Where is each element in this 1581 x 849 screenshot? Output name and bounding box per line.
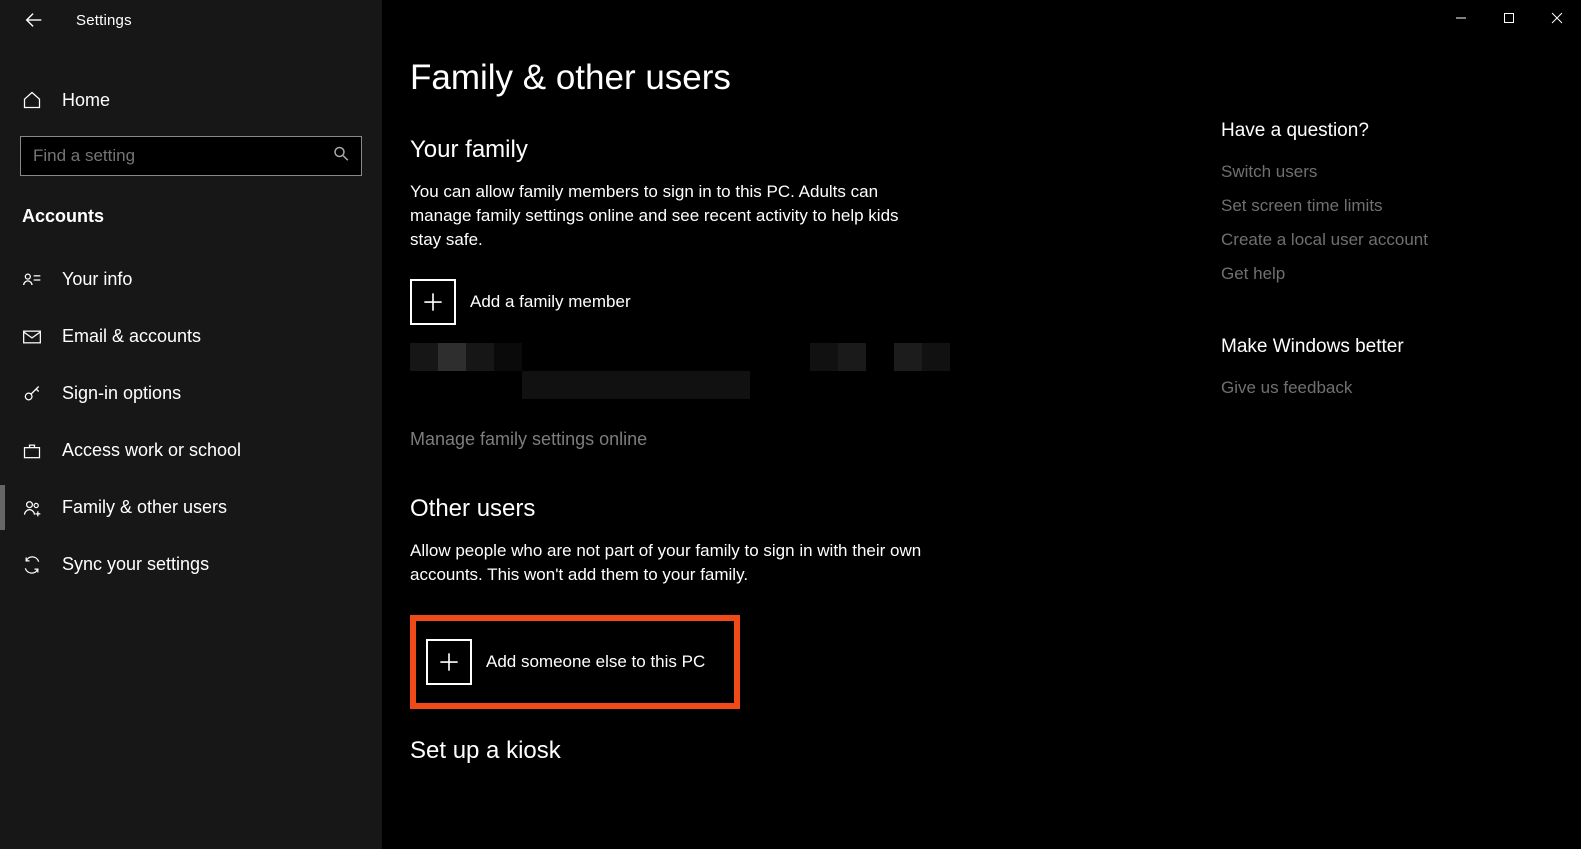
key-icon: [20, 384, 44, 404]
add-family-member-button[interactable]: Add a family member: [410, 279, 1180, 325]
add-family-label: Add a family member: [470, 292, 631, 312]
sidebar-item-label: Family & other users: [62, 497, 227, 518]
sidebar-item-sync[interactable]: Sync your settings: [0, 536, 382, 593]
sidebar-item-work[interactable]: Access work or school: [0, 422, 382, 479]
home-button[interactable]: Home: [0, 78, 382, 122]
add-someone-label: Add someone else to this PC: [486, 652, 705, 672]
sidebar-item-label: Sign-in options: [62, 383, 181, 404]
window-controls: [1437, 0, 1581, 35]
other-users-description: Allow people who are not part of your fa…: [410, 539, 930, 587]
feedback-heading: Make Windows better: [1221, 336, 1481, 358]
other-users-heading: Other users: [410, 495, 1180, 523]
add-someone-button[interactable]: Add someone else to this PC: [426, 639, 724, 685]
family-member-redacted: [410, 343, 1180, 399]
maximize-button[interactable]: [1485, 0, 1533, 35]
sidebar-item-family[interactable]: Family & other users: [0, 479, 382, 536]
add-someone-highlight: Add someone else to this PC: [410, 615, 740, 709]
sidebar-item-label: Sync your settings: [62, 554, 209, 575]
close-button[interactable]: [1533, 0, 1581, 35]
manage-family-link[interactable]: Manage family settings online: [410, 429, 1180, 450]
mail-icon: [20, 327, 44, 347]
help-link-get-help[interactable]: Get help: [1221, 264, 1481, 284]
help-link-screen-time[interactable]: Set screen time limits: [1221, 196, 1481, 216]
search-icon: [332, 145, 350, 168]
sidebar-item-label: Email & accounts: [62, 326, 201, 347]
sidebar-item-label: Access work or school: [62, 440, 241, 461]
plus-icon: [410, 279, 456, 325]
family-heading: Your family: [410, 136, 1180, 164]
people-icon: [20, 498, 44, 518]
sync-icon: [20, 555, 44, 575]
page-title: Family & other users: [410, 58, 1180, 98]
help-link-local-account[interactable]: Create a local user account: [1221, 230, 1481, 250]
sidebar-item-label: Your info: [62, 269, 132, 290]
home-icon: [20, 90, 44, 110]
sidebar-item-email[interactable]: Email & accounts: [0, 308, 382, 365]
briefcase-icon: [20, 441, 44, 461]
sidebar-nav: Your info Email & accounts Sign-in optio…: [0, 251, 382, 593]
person-card-icon: [20, 270, 44, 290]
sidebar: Settings Home Accounts Your info Email &…: [0, 0, 382, 849]
search-input[interactable]: [20, 136, 362, 176]
feedback-link[interactable]: Give us feedback: [1221, 378, 1481, 398]
kiosk-heading: Set up a kiosk: [410, 737, 1180, 765]
search-field[interactable]: [20, 136, 362, 176]
sidebar-item-your-info[interactable]: Your info: [0, 251, 382, 308]
minimize-button[interactable]: [1437, 0, 1485, 35]
plus-icon: [426, 639, 472, 685]
sidebar-item-signin[interactable]: Sign-in options: [0, 365, 382, 422]
main-content: Family & other users Your family You can…: [410, 0, 1180, 781]
home-label: Home: [62, 90, 110, 111]
help-heading: Have a question?: [1221, 120, 1481, 142]
sidebar-section-label: Accounts: [22, 206, 382, 227]
app-title: Settings: [76, 12, 132, 29]
help-panel: Have a question? Switch users Set screen…: [1221, 120, 1481, 412]
back-button[interactable]: [18, 9, 50, 31]
family-description: You can allow family members to sign in …: [410, 180, 930, 251]
help-link-switch-users[interactable]: Switch users: [1221, 162, 1481, 182]
